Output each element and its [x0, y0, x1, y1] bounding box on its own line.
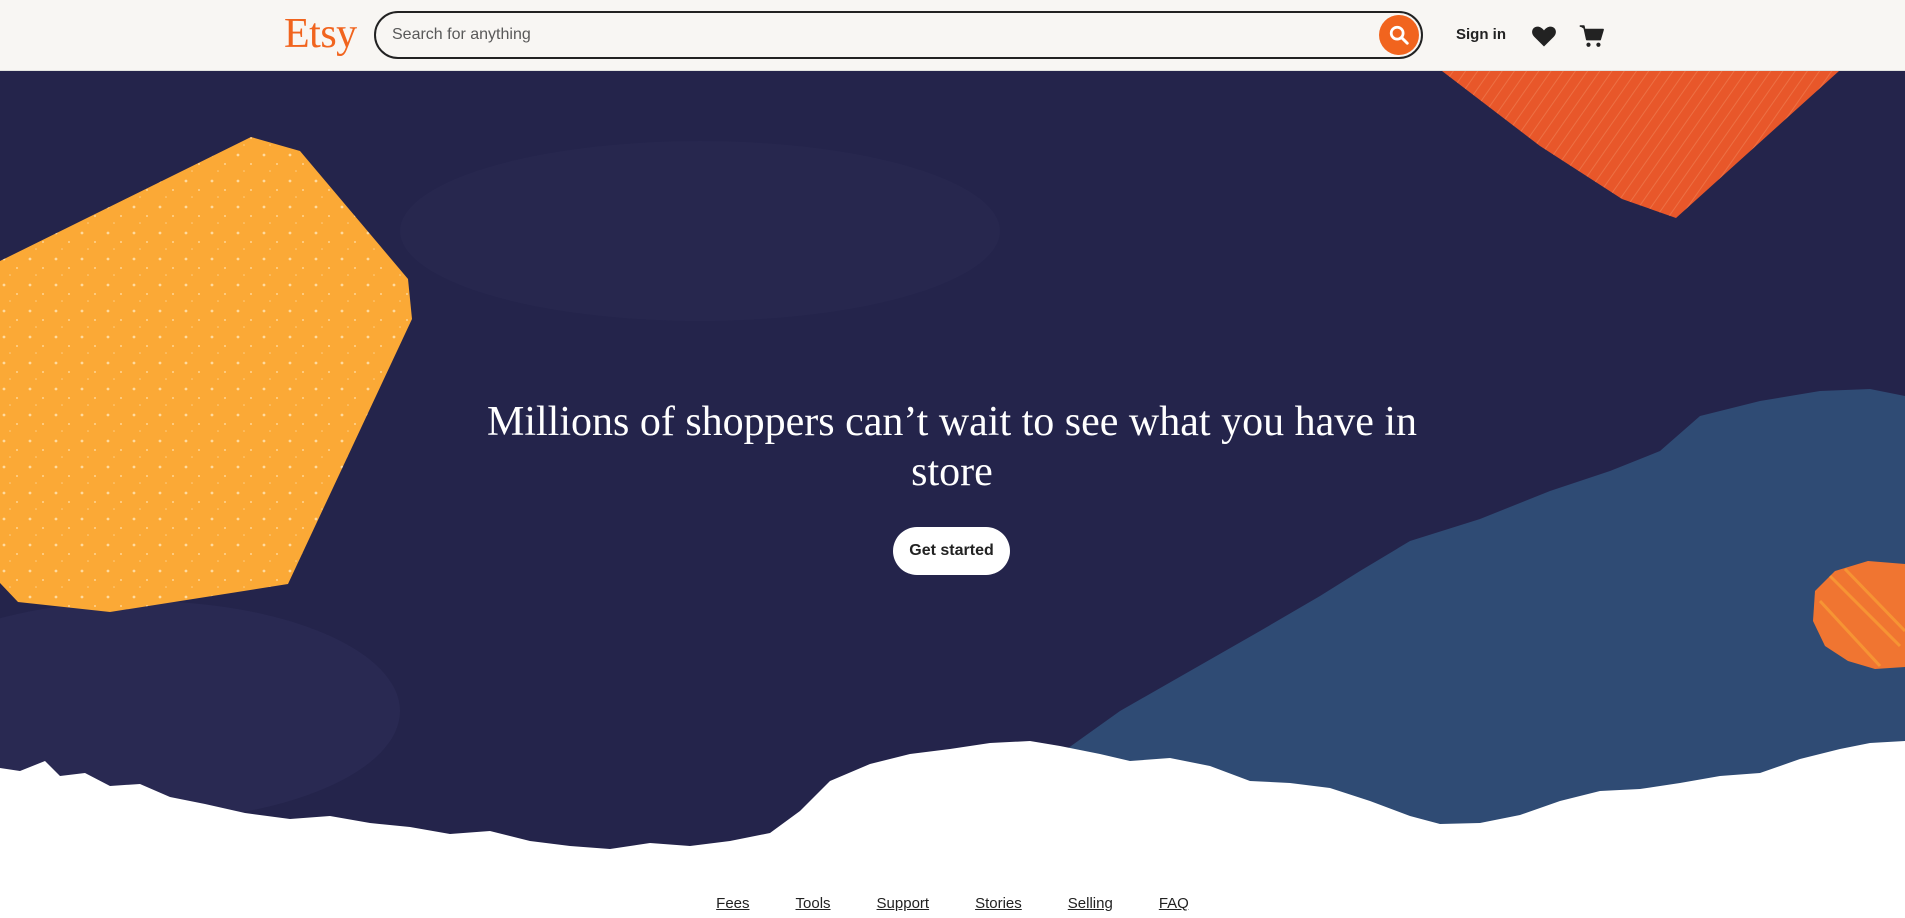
footer-link-fees[interactable]: Fees — [716, 895, 749, 918]
footer-link-stories[interactable]: Stories — [975, 895, 1022, 918]
hero-banner: Millions of shoppers can’t wait to see w… — [0, 71, 1905, 851]
footer-link-faq[interactable]: FAQ — [1159, 895, 1189, 918]
etsy-logo[interactable]: Etsy — [284, 10, 357, 58]
heart-icon[interactable] — [1530, 22, 1558, 50]
search-input[interactable] — [392, 13, 1352, 57]
hero-headline: Millions of shoppers can’t wait to see w… — [486, 399, 1418, 495]
footer-link-support[interactable]: Support — [877, 895, 930, 918]
footer-link-selling[interactable]: Selling — [1068, 895, 1113, 918]
cart-icon[interactable] — [1578, 22, 1606, 50]
search-bar — [374, 11, 1423, 59]
get-started-button[interactable]: Get started — [893, 527, 1010, 575]
sign-in-button[interactable]: Sign in — [1444, 22, 1518, 48]
search-button[interactable] — [1379, 15, 1419, 55]
search-icon — [1389, 25, 1409, 45]
footer-link-tools[interactable]: Tools — [796, 895, 831, 918]
site-header: Etsy Sign in — [0, 0, 1905, 71]
footer-links: Fees Tools Support Stories Selling FAQ — [0, 895, 1905, 918]
